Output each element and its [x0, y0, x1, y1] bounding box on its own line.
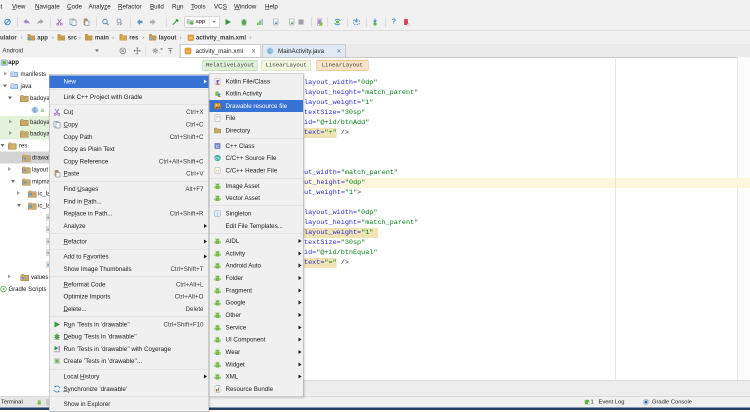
svg-text:C+: C+: [215, 157, 220, 161]
svg-text:H: H: [216, 168, 219, 173]
svg-text:C: C: [268, 49, 271, 54]
svg-text:<>: <>: [189, 36, 193, 40]
svg-text:i: i: [217, 211, 218, 216]
svg-text:C: C: [33, 107, 36, 112]
svg-text:<>: <>: [186, 49, 190, 53]
